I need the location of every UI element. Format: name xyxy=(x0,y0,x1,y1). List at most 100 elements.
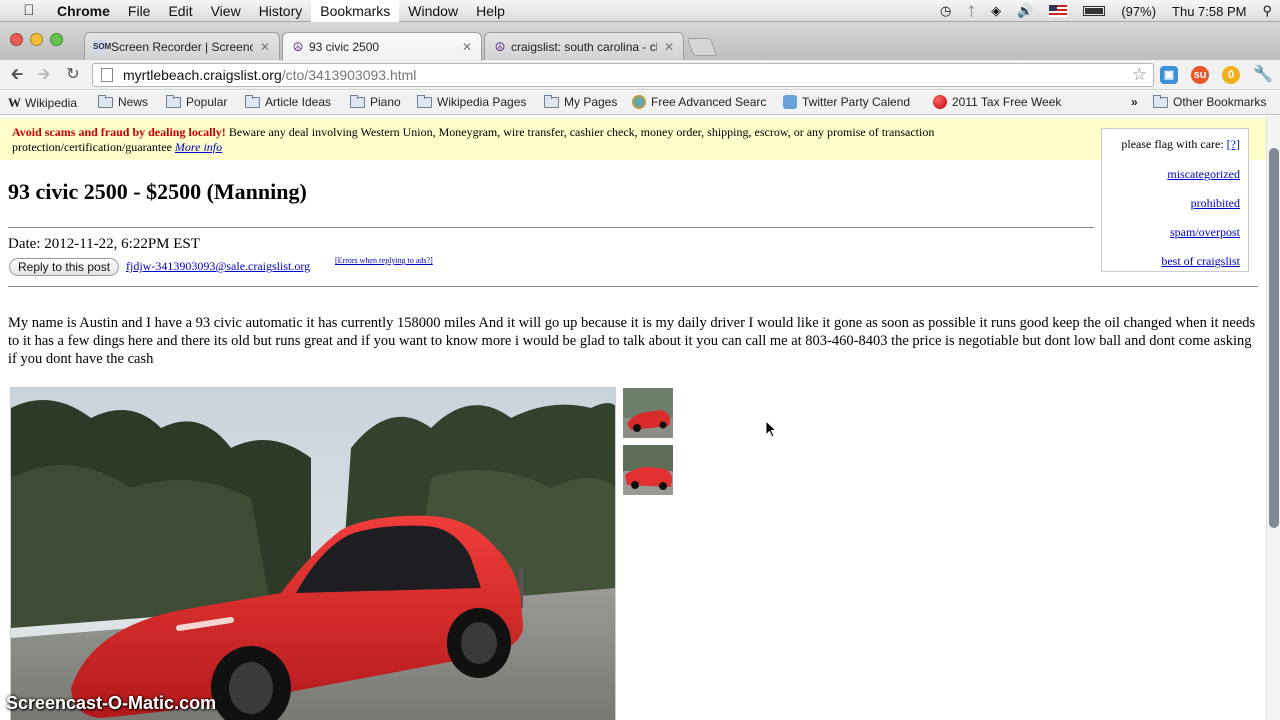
close-tab-icon[interactable]: ✕ xyxy=(461,40,473,54)
calendar-icon xyxy=(783,95,797,109)
menu-app-chrome[interactable]: Chrome xyxy=(48,0,119,22)
menu-bookmarks[interactable]: Bookmarks xyxy=(311,0,400,22)
forward-arrow-icon[interactable]: 🡲 xyxy=(34,65,54,85)
bookmark-label: Piano xyxy=(370,95,401,109)
bookmark-tax-free-week[interactable]: 2011 Tax Free Week xyxy=(933,95,1061,109)
errors-replying-link[interactable]: [Errors when replying to ads?] xyxy=(335,256,433,265)
bookmark-label: My Pages xyxy=(564,95,618,109)
flag-miscategorized-link[interactable]: miscategorized xyxy=(1102,167,1240,182)
menu-file[interactable]: File xyxy=(119,0,160,22)
bookmark-folder-article-ideas[interactable]: Article Ideas xyxy=(245,94,332,109)
reply-to-post-button[interactable]: Reply to this post xyxy=(9,258,120,276)
peace-sign-icon: ☮ xyxy=(494,39,506,54)
flag-heading-text: please flag with care: xyxy=(1121,137,1224,151)
close-tab-icon[interactable]: ✕ xyxy=(663,40,675,54)
bookmark-label: Twitter Party Calend xyxy=(802,95,911,109)
reply-email-link[interactable]: fjdjw-3413903093@sale.craigslist.org xyxy=(126,259,310,274)
bookmark-folder-other-bookmarks[interactable]: Other Bookmarks xyxy=(1153,94,1267,109)
bookmark-label: 2011 Tax Free Week xyxy=(952,95,1062,109)
zoom-window-button[interactable] xyxy=(50,33,63,46)
extension-puzzle-icon[interactable]: ▣ xyxy=(1160,66,1178,84)
bookmark-wikipedia[interactable]: W Wikipedia xyxy=(8,95,77,111)
errors-replying-note: [Errors when replying to ads?] xyxy=(335,256,433,265)
tab-title: 93 civic 2500 xyxy=(309,40,380,54)
wifi-icon[interactable]: ◈ xyxy=(983,0,1009,22)
red-ball-icon xyxy=(933,95,947,109)
tab-title: Screen Recorder | Screencast-O-Matic xyxy=(111,39,253,54)
volume-icon[interactable]: 🔊 xyxy=(1009,0,1041,22)
flag-spam-overpost-link[interactable]: spam/overpost xyxy=(1102,225,1240,240)
url-host: myrtlebeach.craigslist.org xyxy=(123,67,282,83)
tab-93-civic[interactable]: ☮ 93 civic 2500 ✕ xyxy=(282,32,482,61)
minimize-window-button[interactable] xyxy=(30,33,43,46)
apple-menu-icon[interactable]:  xyxy=(18,2,40,19)
mouse-cursor-icon xyxy=(765,420,777,438)
bookmark-label: Free Advanced Searc xyxy=(651,95,767,109)
window-controls xyxy=(10,33,63,46)
tab-screen-recorder[interactable]: SOM Screen Recorder | Screencast-O-Matic… xyxy=(84,32,280,60)
flag-heading: please flag with care: [?] xyxy=(1102,137,1240,152)
flag-box: please flag with care: [?] miscategorize… xyxy=(1101,128,1249,272)
battery-icon[interactable] xyxy=(1075,0,1113,22)
folder-icon xyxy=(417,94,432,108)
wrench-menu-icon[interactable]: 🔧 xyxy=(1253,65,1273,85)
bookmark-free-advanced-search[interactable]: Free Advanced Searc xyxy=(632,95,766,109)
screencast-watermark: Screencast-O-Matic.com xyxy=(6,693,217,713)
bookmark-star-icon[interactable]: ☆ xyxy=(1132,65,1147,85)
folder-icon xyxy=(544,94,559,108)
bookmark-folder-popular[interactable]: Popular xyxy=(166,94,227,109)
posting-body: My name is Austin and I have a 93 civic … xyxy=(8,315,1256,367)
bookmarks-bar: W Wikipedia News Popular Article Ideas P… xyxy=(0,91,1280,115)
stumbleupon-icon[interactable]: su xyxy=(1191,66,1209,84)
bookmark-label: News xyxy=(118,95,149,109)
globe-icon xyxy=(632,95,646,109)
bookmark-folder-wikipedia-pages[interactable]: Wikipedia Pages xyxy=(417,94,527,109)
bookmark-label: Article Ideas xyxy=(265,95,332,109)
extension-badge-icon[interactable]: 0 xyxy=(1222,66,1240,84)
bookmarks-overflow-chevron-icon[interactable]: » xyxy=(1131,95,1138,109)
spotlight-search-icon[interactable]: ⚲ xyxy=(1254,0,1280,22)
back-arrow-icon[interactable]: 🡰 xyxy=(7,65,27,85)
bookmark-label: Other Bookmarks xyxy=(1173,95,1267,109)
menu-help[interactable]: Help xyxy=(467,0,514,22)
menu-history[interactable]: History xyxy=(250,0,312,22)
scam-warning-banner: Avoid scams and fraud by dealing locally… xyxy=(0,118,1266,160)
more-info-link[interactable]: More info xyxy=(175,140,222,154)
scrollbar-thumb[interactable] xyxy=(1269,148,1279,528)
close-window-button[interactable] xyxy=(10,33,23,46)
bookmark-label: Wikipedia Pages xyxy=(437,95,527,109)
car-thumbnail-2[interactable] xyxy=(623,445,673,495)
vertical-scrollbar[interactable] xyxy=(1266,116,1280,720)
folder-icon xyxy=(350,94,365,108)
bookmark-twitter-party-calendar[interactable]: Twitter Party Calend xyxy=(783,95,910,109)
reload-icon[interactable]: ↻ xyxy=(63,65,83,85)
time-machine-icon[interactable]: ◷ xyxy=(932,0,959,22)
flag-prohibited-link[interactable]: prohibited xyxy=(1102,196,1240,211)
battery-percent: (97%) xyxy=(1121,3,1157,19)
menubar-clock[interactable]: Thu 7:58 PM xyxy=(1164,0,1254,22)
peace-sign-icon: ☮ xyxy=(292,40,304,54)
folder-icon xyxy=(245,94,260,108)
bookmark-folder-news[interactable]: News xyxy=(98,94,149,109)
tab-craigslist-sc[interactable]: ☮ craigslist: south carolina - classifie… xyxy=(484,32,684,60)
bluetooth-icon[interactable]: ᛏ xyxy=(959,0,983,22)
url-path: /cto/3413903093.html xyxy=(281,67,417,83)
divider xyxy=(8,286,1258,287)
close-tab-icon[interactable]: ✕ xyxy=(259,40,271,54)
flag-help-link[interactable]: [?] xyxy=(1227,137,1240,151)
main-car-photo[interactable] xyxy=(10,387,616,720)
macos-menu-bar:  Chrome File Edit View History Bookmark… xyxy=(0,0,1280,22)
folder-icon xyxy=(1153,94,1168,108)
posting-title: 93 civic 2500 - $2500 (Manning) xyxy=(8,179,307,204)
flag-best-of-craigslist-link[interactable]: best of craigslist xyxy=(1102,254,1240,269)
menu-view[interactable]: View xyxy=(202,0,250,22)
input-flag-icon[interactable] xyxy=(1041,0,1075,22)
menu-window[interactable]: Window xyxy=(399,0,467,22)
warning-headline: Avoid scams and fraud by dealing locally… xyxy=(12,125,226,139)
car-thumbnail-1[interactable] xyxy=(623,388,673,438)
bookmark-folder-my-pages[interactable]: My Pages xyxy=(544,94,618,109)
new-tab-button[interactable] xyxy=(686,38,718,56)
address-bar[interactable]: myrtlebeach.craigslist.org/cto/341390309… xyxy=(92,63,1154,87)
menu-edit[interactable]: Edit xyxy=(159,0,201,22)
bookmark-folder-piano[interactable]: Piano xyxy=(350,94,401,109)
